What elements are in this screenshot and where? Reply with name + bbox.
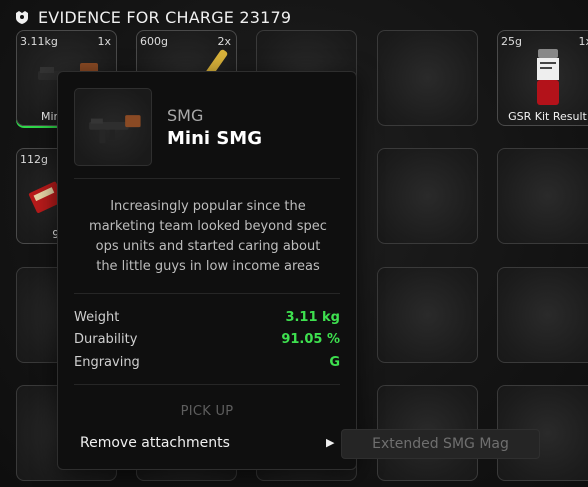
- slot-weight: 25g: [501, 35, 522, 48]
- inventory-header: EVIDENCE FOR CHARGE 23179: [14, 6, 291, 28]
- stat-label: Weight: [74, 310, 120, 325]
- inventory-slot-empty[interactable]: [377, 148, 478, 244]
- inventory-slot-gsr-kit[interactable]: 25g 1x GSR Kit Result: [497, 30, 588, 126]
- item-description: Increasingly popular since the marketing…: [89, 199, 327, 274]
- slot-weight: 3.11kg: [20, 35, 58, 48]
- inventory-slot-empty[interactable]: [377, 30, 478, 126]
- item-name: Mini SMG: [167, 128, 262, 149]
- item-thumbnail: [74, 88, 152, 166]
- slot-count: 1x: [578, 35, 588, 48]
- badge-shield-icon: [16, 11, 28, 24]
- attachment-submenu-item[interactable]: Extended SMG Mag: [341, 429, 540, 459]
- inventory-slot-empty[interactable]: [377, 267, 478, 363]
- smg-icon: [89, 115, 141, 144]
- divider: [74, 384, 340, 385]
- stat-label: Durability: [74, 332, 138, 347]
- stat-weight: Weight 3.11 kg: [74, 310, 340, 330]
- inventory-slot-empty[interactable]: [497, 148, 588, 244]
- slot-count: 1x: [97, 35, 111, 48]
- slot-weight: 600g: [140, 35, 168, 48]
- stat-engraving: Engraving G: [74, 355, 340, 375]
- stat-value: 3.11 kg: [285, 310, 340, 325]
- remove-attachments-menu-item[interactable]: Remove attachments: [80, 435, 230, 451]
- item-category: SMG: [167, 106, 204, 125]
- inventory-title: EVIDENCE FOR CHARGE 23179: [38, 7, 292, 27]
- divider: [74, 178, 340, 179]
- gsr-vial-icon: [536, 49, 559, 105]
- submenu-arrow-icon: ▶: [326, 436, 335, 449]
- stat-label: Engraving: [74, 355, 140, 370]
- inventory-slot-empty[interactable]: [497, 267, 588, 363]
- slot-weight: 112g: [20, 153, 48, 166]
- stat-durability: Durability 91.05 %: [74, 332, 340, 352]
- divider: [74, 293, 340, 294]
- stat-value: 91.05 %: [281, 332, 340, 347]
- item-tooltip: SMG Mini SMG Increasingly popular since …: [57, 71, 357, 470]
- pickup-button[interactable]: PICK UP: [58, 404, 356, 419]
- slot-label: GSR Kit Result: [508, 110, 587, 123]
- stat-value: G: [329, 355, 340, 370]
